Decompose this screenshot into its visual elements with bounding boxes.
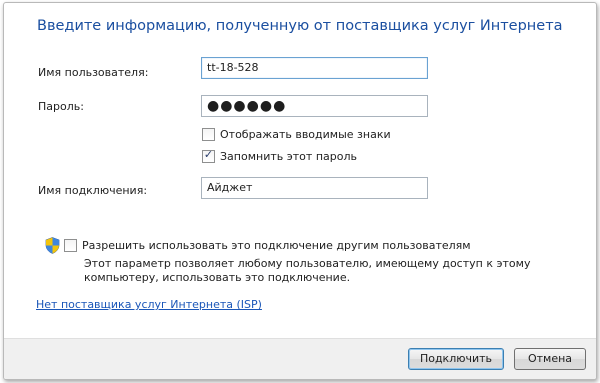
isp-info-dialog: Введите информацию, полученную от постав… xyxy=(3,2,597,380)
remember-password-option[interactable]: ✓ Запомнить этот пароль xyxy=(202,148,357,163)
allow-others-description: Этот параметр позволяет любому пользоват… xyxy=(84,257,531,284)
username-label: Имя пользователя: xyxy=(38,66,149,79)
password-field[interactable]: ●●●●●● xyxy=(201,95,428,117)
allow-others-option[interactable]: Разрешить использовать это подключение д… xyxy=(64,239,471,252)
username-field[interactable]: tt-18-528 xyxy=(201,57,428,79)
show-chars-checkbox[interactable] xyxy=(202,128,215,141)
remember-password-label: Запомнить этот пароль xyxy=(220,150,357,163)
show-chars-option[interactable]: Отображать вводимые знаки xyxy=(202,128,391,141)
connect-button[interactable]: Подключить xyxy=(408,348,504,370)
connection-name-label: Имя подключения: xyxy=(38,184,148,197)
connection-name-field[interactable]: Айджет xyxy=(201,177,428,199)
show-chars-label: Отображать вводимые знаки xyxy=(220,128,391,141)
uac-shield-icon xyxy=(45,237,60,254)
checkmark-icon: ✓ xyxy=(203,148,214,161)
page-title: Введите информацию, полученную от постав… xyxy=(37,18,563,34)
allow-others-checkbox[interactable] xyxy=(64,239,77,252)
no-isp-link[interactable]: Нет поставщика услуг Интернета (ISP) xyxy=(36,298,262,311)
remember-password-checkbox[interactable]: ✓ xyxy=(202,148,215,163)
dialog-footer: Подключить Отмена xyxy=(4,338,596,379)
cancel-button[interactable]: Отмена xyxy=(514,348,586,370)
password-label: Пароль: xyxy=(38,100,84,113)
allow-others-label: Разрешить использовать это подключение д… xyxy=(82,239,471,252)
